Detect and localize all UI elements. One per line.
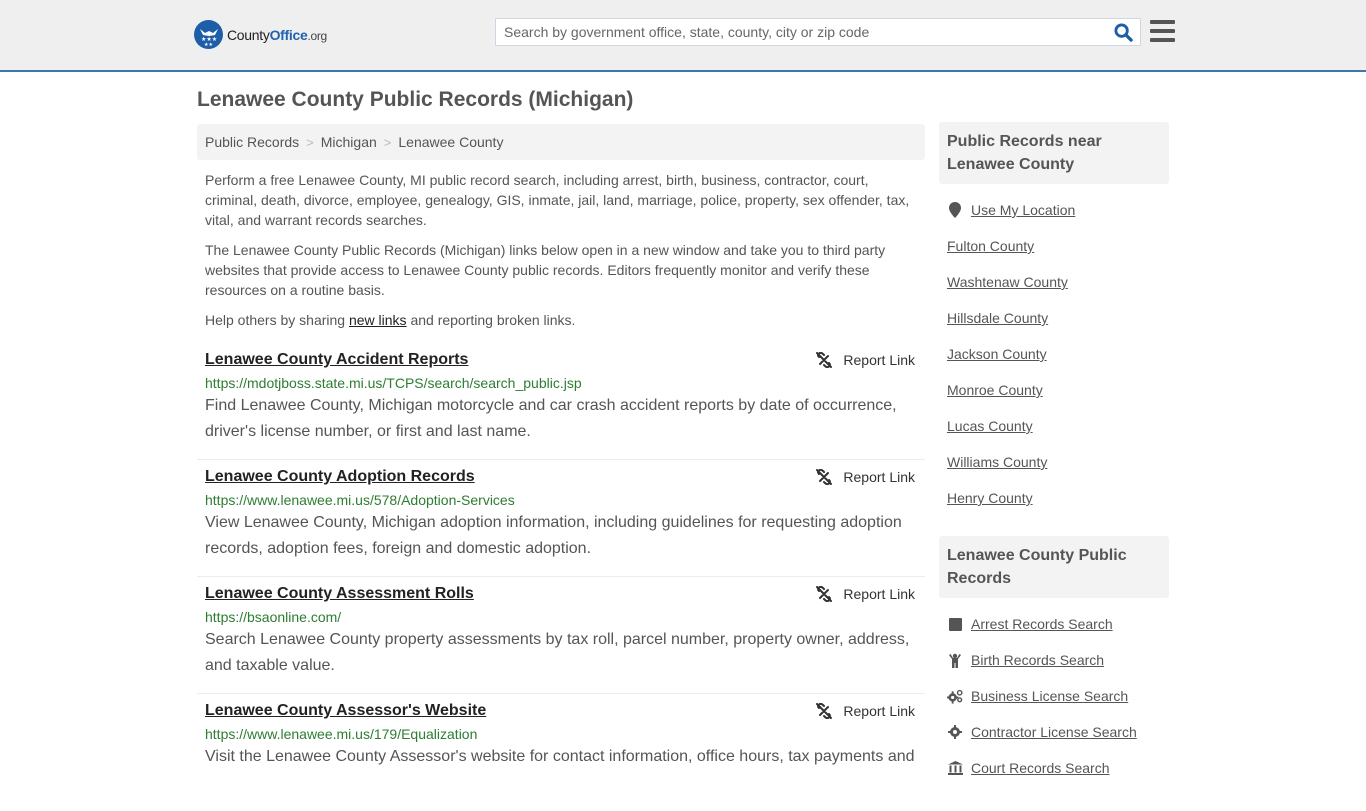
intro-text-before: Help others by sharing	[205, 312, 349, 328]
logo-county: County	[227, 26, 270, 43]
cogs-icon	[947, 688, 963, 704]
page-title: Lenawee County Public Records (Michigan)	[197, 88, 634, 111]
menu-bar	[1150, 29, 1175, 33]
nearby-county-link[interactable]: Lucas County	[947, 418, 1033, 434]
menu-bar	[1150, 20, 1175, 24]
record-url[interactable]: https://bsaonline.com/	[205, 609, 917, 625]
search-icon	[1113, 22, 1133, 42]
report-link-button[interactable]: Report Link	[816, 586, 915, 602]
report-link-button[interactable]: Report Link	[816, 703, 915, 719]
search-button[interactable]	[1106, 19, 1140, 45]
arrest-records-link[interactable]: Arrest Records Search	[971, 616, 1113, 632]
search-input[interactable]	[496, 19, 1106, 45]
record-type-item: Business License Search	[947, 678, 1161, 714]
breadcrumb-lenawee-county[interactable]: Lenawee County	[398, 134, 503, 150]
record-item: Lenawee County Assessor's Website Report…	[197, 694, 925, 811]
nearby-county-item: Hillsdale County	[947, 300, 1161, 336]
svg-text:★★: ★★	[204, 42, 213, 46]
nearby-records-heading: Public Records near Lenawee County	[939, 122, 1169, 184]
courthouse-icon	[947, 760, 963, 776]
report-link-button[interactable]: Report Link	[816, 469, 915, 485]
use-my-location-link[interactable]: Use My Location	[971, 202, 1075, 218]
nearby-county-item: Lucas County	[947, 408, 1161, 444]
record-description: Search Lenawee County property assessmen…	[205, 631, 910, 674]
record-item: Lenawee County Adoption Records Report L…	[197, 460, 925, 577]
contractor-license-link[interactable]: Contractor License Search	[971, 724, 1137, 740]
nearby-county-link[interactable]: Williams County	[947, 454, 1047, 470]
broken-link-icon	[816, 586, 833, 602]
county-records-heading: Lenawee County Public Records	[939, 536, 1169, 598]
sidebar: Public Records near Lenawee County Use M…	[939, 122, 1169, 786]
record-title-link[interactable]: Lenawee County Assessor's Website	[205, 702, 486, 720]
broken-link-icon	[816, 469, 833, 485]
birth-records-link[interactable]: Birth Records Search	[971, 652, 1104, 668]
broken-link-icon	[816, 703, 833, 719]
logo-wordmark: CountyOffice.org	[227, 27, 327, 43]
record-url[interactable]: https://mdotjboss.state.mi.us/TCPS/searc…	[205, 375, 917, 391]
logo-office: Office	[269, 26, 308, 43]
breadcrumb-separator: >	[306, 134, 314, 150]
nearby-county-link[interactable]: Washtenaw County	[947, 274, 1068, 290]
report-link-button[interactable]: Report Link	[816, 352, 915, 368]
breadcrumb: Public Records > Michigan > Lenawee Coun…	[197, 124, 925, 160]
nearby-county-item: Henry County	[947, 480, 1161, 516]
record-url[interactable]: https://www.lenawee.mi.us/179/Equalizati…	[205, 726, 917, 742]
record-item: Lenawee County Accident Reports Report L…	[197, 343, 925, 460]
record-title-link[interactable]: Lenawee County Assessment Rolls	[205, 585, 474, 603]
nearby-county-link[interactable]: Hillsdale County	[947, 310, 1048, 326]
record-title-link[interactable]: Lenawee County Adoption Records	[205, 468, 475, 486]
record-type-item: Contractor License Search	[947, 714, 1161, 750]
search-bar	[495, 18, 1141, 46]
hamburger-menu-button[interactable]	[1150, 19, 1175, 43]
square-icon	[947, 616, 963, 632]
record-type-item: Arrest Records Search	[947, 606, 1161, 642]
intro-text-after: and reporting broken links.	[406, 312, 576, 328]
breadcrumb-separator: >	[383, 134, 392, 150]
nearby-county-item: Monroe County	[947, 372, 1161, 408]
record-description: View Lenawee County, Michigan adoption i…	[205, 514, 902, 557]
breadcrumb-michigan[interactable]: Michigan	[321, 134, 377, 150]
report-link-label: Report Link	[843, 586, 915, 602]
map-marker-icon	[947, 202, 963, 218]
record-type-item: Birth Records Search	[947, 642, 1161, 678]
broken-link-icon	[816, 352, 833, 368]
record-title-link[interactable]: Lenawee County Accident Reports	[205, 351, 468, 369]
menu-bar	[1150, 38, 1175, 42]
report-link-label: Report Link	[843, 469, 915, 485]
report-link-label: Report Link	[843, 703, 915, 719]
nearby-county-item: Jackson County	[947, 336, 1161, 372]
logo-org: .org	[307, 28, 327, 43]
intro-paragraph-1: Perform a free Lenawee County, MI public…	[205, 172, 910, 228]
site-header: ★★★ ★★ CountyOffice.org	[0, 0, 1366, 72]
records-list: Lenawee County Accident Reports Report L…	[197, 343, 925, 811]
intro-text: Perform a free Lenawee County, MI public…	[205, 170, 920, 340]
nearby-county-link[interactable]: Jackson County	[947, 346, 1047, 362]
business-license-link[interactable]: Business License Search	[971, 688, 1128, 704]
child-icon	[947, 652, 963, 668]
report-link-label: Report Link	[843, 352, 915, 368]
breadcrumb-public-records[interactable]: Public Records	[205, 134, 299, 150]
nearby-county-item: Williams County	[947, 444, 1161, 480]
record-description: Visit the Lenawee County Assessor's webs…	[205, 748, 915, 765]
county-records-list: Arrest Records Search Birth Records Sear…	[939, 598, 1169, 786]
court-records-link[interactable]: Court Records Search	[971, 760, 1110, 776]
nearby-county-link[interactable]: Fulton County	[947, 238, 1034, 254]
use-my-location-item: Use My Location	[947, 192, 1161, 228]
intro-paragraph-2: The Lenawee County Public Records (Michi…	[205, 242, 886, 298]
record-url[interactable]: https://www.lenawee.mi.us/578/Adoption-S…	[205, 492, 917, 508]
nearby-county-link[interactable]: Henry County	[947, 490, 1033, 506]
new-links-link[interactable]: new links	[349, 312, 407, 328]
cog-icon	[947, 724, 963, 740]
site-logo[interactable]: ★★★ ★★ CountyOffice.org	[194, 20, 327, 49]
nearby-counties-list: Use My Location Fulton County Washtenaw …	[939, 184, 1169, 516]
intro-paragraph-3: Help others by sharing new links and rep…	[205, 310, 920, 330]
record-item: Lenawee County Assessment Rolls Report L…	[197, 577, 925, 694]
eagle-stars-icon: ★★★ ★★	[194, 20, 223, 49]
record-description: Find Lenawee County, Michigan motorcycle…	[205, 397, 897, 440]
nearby-county-item: Fulton County	[947, 228, 1161, 264]
nearby-county-item: Washtenaw County	[947, 264, 1161, 300]
nearby-county-link[interactable]: Monroe County	[947, 382, 1043, 398]
record-type-item: Court Records Search	[947, 750, 1161, 786]
